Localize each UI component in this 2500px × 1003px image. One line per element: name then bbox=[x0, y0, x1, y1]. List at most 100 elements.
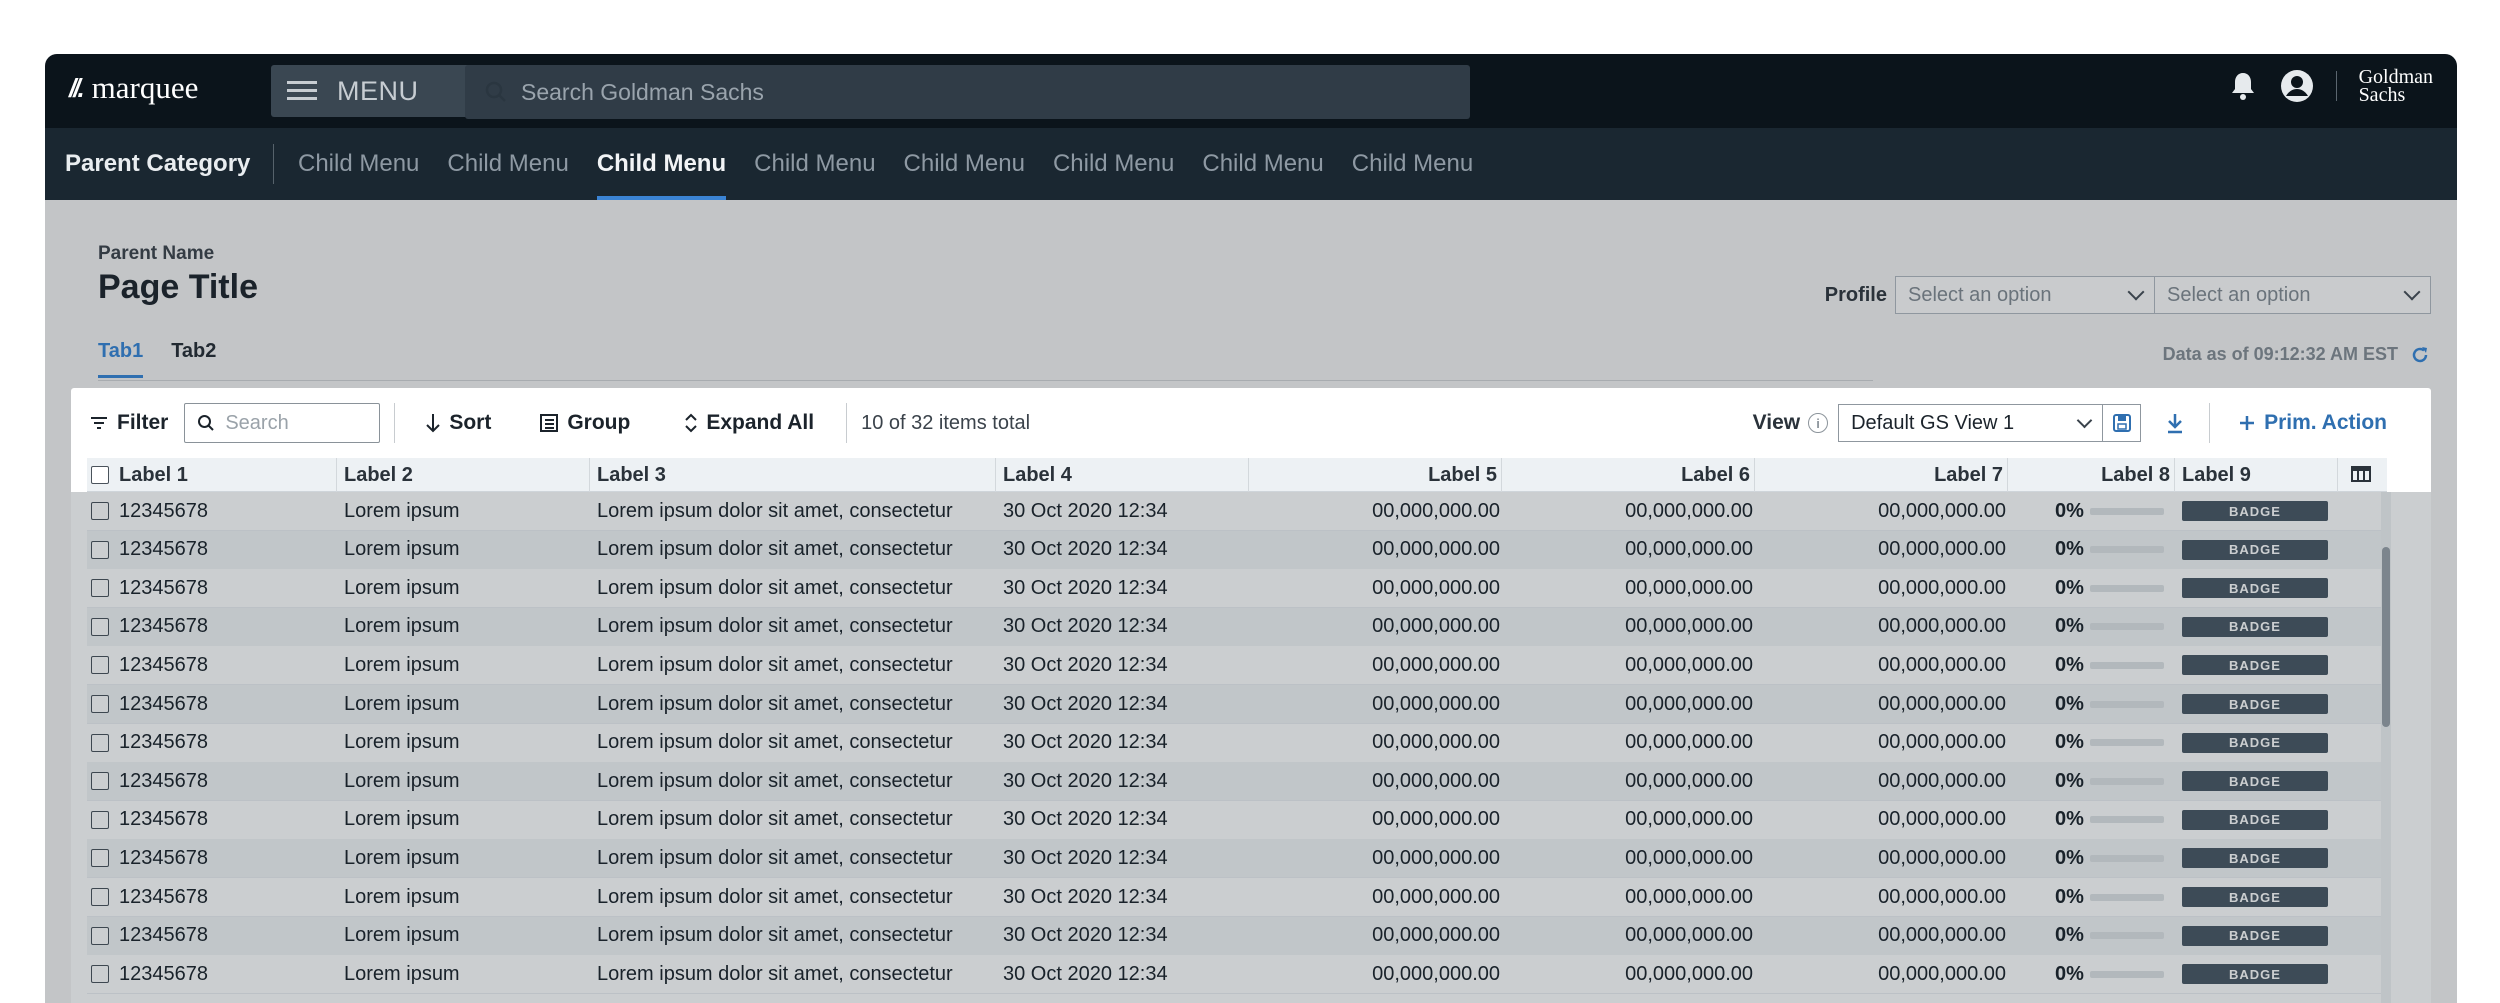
column-header[interactable]: Label 4 bbox=[999, 458, 1249, 492]
table-row[interactable]: 12345678 Lorem ipsum Lorem ipsum dolor sit… bbox=[87, 646, 2387, 686]
child-menu-item[interactable]: Child Menu bbox=[754, 128, 875, 200]
cell-text: Lorem ipsum bbox=[344, 692, 460, 715]
column-header[interactable]: Label 1 bbox=[87, 458, 337, 492]
download-button[interactable] bbox=[2165, 412, 2185, 434]
column-header[interactable]: Label 5 bbox=[1252, 458, 1502, 492]
marquee-logo[interactable]: //. marquee bbox=[69, 70, 198, 106]
view-label-group: View i bbox=[1753, 411, 1829, 435]
table-row[interactable]: 12345678 Lorem ipsum Lorem ipsum dolor sit… bbox=[87, 878, 2387, 917]
progress-bar bbox=[2089, 777, 2164, 785]
child-menu-item[interactable]: Child Menu bbox=[298, 128, 419, 200]
row-checkbox[interactable] bbox=[91, 617, 109, 636]
table-cell: Lorem ipsum bbox=[344, 646, 588, 684]
info-icon[interactable]: i bbox=[1808, 413, 1829, 433]
table-row[interactable]: 12345678 Lorem ipsum Lorem ipsum dolor sit… bbox=[87, 492, 2387, 531]
tab-2[interactable]: Tab2 bbox=[171, 340, 216, 378]
child-menu-item[interactable]: Child Menu bbox=[447, 128, 568, 200]
row-checkbox[interactable] bbox=[91, 888, 109, 906]
grid-search-input[interactable]: Search bbox=[184, 403, 381, 443]
table-row[interactable]: 12345678 Lorem ipsum Lorem ipsum dolor sit… bbox=[87, 685, 2387, 724]
cell-text: 00,000,000.00 bbox=[1878, 731, 2006, 754]
cell-text: 00,000,000.00 bbox=[1625, 885, 1753, 908]
cell-text: Lorem ipsum bbox=[344, 731, 460, 754]
progress-value: 0% bbox=[2055, 538, 2084, 561]
column-header[interactable]: Label 3 bbox=[593, 458, 996, 492]
child-menu-item[interactable]: Child Menu bbox=[1202, 128, 1323, 200]
row-checkbox[interactable] bbox=[91, 772, 109, 791]
tab-1[interactable]: Tab1 bbox=[98, 340, 144, 378]
vertical-scrollbar[interactable] bbox=[2381, 492, 2391, 1003]
row-checkbox[interactable] bbox=[91, 926, 109, 945]
table-cell: Lorem ipsum bbox=[344, 608, 588, 646]
row-checkbox[interactable] bbox=[91, 849, 109, 868]
cell-text: 00,000,000.00 bbox=[1372, 885, 1500, 908]
primary-action-button[interactable]: Prim. Action bbox=[2238, 411, 2387, 435]
profile-select-2[interactable]: Select an option bbox=[2155, 276, 2431, 314]
table-row[interactable]: 12345678 Lorem ipsum Lorem ipsum dolor sit… bbox=[87, 569, 2387, 609]
user-icon[interactable] bbox=[2280, 69, 2314, 103]
row-checkbox[interactable] bbox=[91, 733, 109, 752]
column-header[interactable]: Label 7 bbox=[1758, 458, 2008, 492]
table-row[interactable]: 12345678 Lorem ipsum Lorem ipsum dolor sit… bbox=[87, 530, 2387, 570]
child-menu-item[interactable]: Child Menu bbox=[596, 128, 727, 200]
progress-bar bbox=[2089, 700, 2164, 708]
profile-select-1[interactable]: Select an option bbox=[1895, 276, 2155, 314]
table-row[interactable]: 12345678 Lorem ipsum Lorem ipsum dolor sit… bbox=[87, 762, 2387, 802]
menu-button[interactable]: MENU bbox=[271, 65, 483, 117]
table-row[interactable]: 12345678 Lorem ipsum Lorem ipsum dolor sit… bbox=[87, 839, 2387, 879]
table-cell: 00,000,000.00 bbox=[1762, 685, 2006, 723]
profile-selector: Profile Select an option Select an optio… bbox=[1825, 276, 2431, 314]
table-cell: 00,000,000.00 bbox=[1762, 801, 2006, 839]
child-menu-item[interactable]: Child Menu bbox=[1053, 128, 1174, 200]
table-row[interactable]: 12345678 Lorem ipsum Lorem ipsum dolor sit… bbox=[87, 955, 2387, 995]
child-menu-item[interactable]: Child Menu bbox=[904, 128, 1025, 200]
row-checkbox[interactable] bbox=[91, 579, 109, 598]
child-menu-item[interactable]: Child Menu bbox=[1352, 128, 1473, 200]
table-row[interactable]: 12345678 Lorem ipsum Lorem ipsum dolor sit… bbox=[87, 723, 2387, 763]
table-cell: Lorem ipsum dolor sit amet, consectetur bbox=[597, 839, 994, 877]
cell-text: 00,000,000.00 bbox=[1878, 538, 2006, 561]
row-checkbox[interactable] bbox=[91, 656, 109, 675]
save-view-button[interactable] bbox=[2103, 404, 2142, 442]
cell-text: 00,000,000.00 bbox=[1625, 538, 1753, 561]
row-checkbox[interactable] bbox=[91, 502, 109, 520]
column-header[interactable]: Label 2 bbox=[340, 458, 590, 492]
cell-text: 00,000,000.00 bbox=[1372, 499, 1500, 522]
table-cell: BADGE bbox=[2182, 531, 2336, 569]
column-header[interactable]: Label 8 bbox=[2011, 458, 2175, 492]
view-select[interactable]: Default GS View 1 bbox=[1838, 404, 2104, 442]
table-row[interactable]: 12345678 Lorem ipsum Lorem ipsum dolor sit… bbox=[87, 607, 2387, 647]
row-checkbox[interactable] bbox=[91, 810, 109, 829]
table-cell: Lorem ipsum bbox=[344, 878, 588, 916]
table-cell: 12345678 bbox=[91, 685, 335, 723]
global-search-input[interactable]: Search Goldman Sachs bbox=[465, 65, 1470, 119]
sort-button[interactable]: Sort bbox=[425, 403, 491, 443]
status-badge: BADGE bbox=[2182, 578, 2328, 599]
refresh-icon[interactable] bbox=[2410, 345, 2430, 365]
brand-line-2: Sachs bbox=[2358, 84, 2406, 106]
row-checkbox[interactable] bbox=[91, 540, 109, 559]
column-header[interactable]: Label 9 bbox=[2178, 458, 2338, 492]
columns-icon[interactable] bbox=[2351, 465, 2371, 488]
table-cell: Lorem ipsum bbox=[344, 801, 588, 839]
group-button[interactable]: Group bbox=[539, 403, 630, 443]
row-checkbox[interactable] bbox=[91, 695, 109, 713]
download-icon bbox=[2168, 414, 2183, 434]
parent-category[interactable]: Parent Category bbox=[65, 150, 250, 178]
cell-text: 12345678 bbox=[119, 885, 208, 908]
filter-button[interactable]: Filter bbox=[89, 403, 168, 443]
table-row[interactable]: 12345678 Lorem ipsum Lorem ipsum dolor sit… bbox=[87, 800, 2387, 840]
cell-text: 00,000,000.00 bbox=[1878, 846, 2006, 869]
cell-text: Lorem ipsum dolor sit amet, consectetur bbox=[597, 692, 953, 715]
row-checkbox[interactable] bbox=[91, 965, 109, 984]
expand-all-button[interactable]: Expand All bbox=[684, 403, 814, 443]
data-as-of-text: Data as of 09:12:32 AM EST bbox=[2162, 344, 2398, 364]
table-cell: 00,000,000.00 bbox=[1509, 955, 1753, 993]
table-row[interactable]: 12345678 Lorem ipsum Lorem ipsum dolor sit… bbox=[87, 916, 2387, 956]
column-header[interactable]: Label 6 bbox=[1505, 458, 1755, 492]
scrollbar-thumb[interactable] bbox=[2382, 547, 2390, 727]
select-all-checkbox[interactable] bbox=[91, 466, 109, 484]
progress-bar bbox=[2089, 661, 2164, 669]
bell-icon[interactable] bbox=[2228, 70, 2258, 102]
table-cell: Lorem ipsum bbox=[344, 839, 588, 877]
